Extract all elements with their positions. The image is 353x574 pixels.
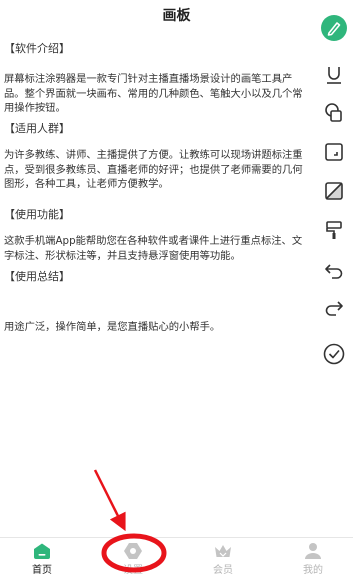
nav-item-home[interactable]: 首页	[12, 538, 72, 574]
crown-icon	[215, 545, 231, 557]
section-body-summary: 用途广泛，操作简单，是您直播贴心的小帮手。	[4, 321, 221, 333]
undo-button[interactable]	[318, 254, 350, 286]
crop-tool-button[interactable]	[318, 136, 350, 168]
underline-tool-button[interactable]	[318, 59, 350, 91]
eraser-square-icon	[325, 182, 343, 200]
nav-item-member[interactable]: 会员	[193, 538, 253, 574]
section-heading-summary: 【使用总结】	[4, 270, 70, 283]
paint-roller-icon	[326, 221, 342, 239]
shapes-tool-button[interactable]	[318, 97, 350, 129]
user-icon	[305, 543, 321, 559]
section-body-intro: 屏幕标注涂鸦器是一款专门针对主播直播场景设计的画笔工具产品。整个界面就一块画布、…	[4, 73, 303, 114]
section-heading-audience: 【适用人群】	[4, 122, 70, 135]
bottom-navigation: 首页 设置 会员 我的	[0, 537, 353, 574]
undo-icon	[325, 264, 343, 279]
nav-item-mine[interactable]: 我的	[283, 538, 343, 574]
pen-tool-button[interactable]	[318, 12, 350, 44]
nav-label-settings: 设置	[123, 565, 143, 574]
paint-roller-tool-button[interactable]	[318, 214, 350, 246]
nav-item-settings[interactable]: 设置	[103, 538, 163, 574]
crop-square-icon	[325, 143, 343, 161]
section-body-features: 这款手机端App能帮助您在各种软件或者课件上进行重点标注、文字标注、形状标注等，…	[4, 235, 303, 262]
settings-icon	[124, 543, 142, 559]
shapes-icon	[325, 103, 342, 122]
redo-icon	[325, 301, 343, 316]
nav-label-member: 会员	[213, 565, 233, 574]
annotation-arrow	[93, 469, 126, 532]
page-title: 画板	[162, 8, 191, 24]
check-circle-icon	[323, 343, 345, 365]
pen-icon	[321, 15, 347, 41]
eraser-tool-button[interactable]	[318, 175, 350, 207]
confirm-button[interactable]	[318, 338, 350, 370]
underline-icon	[327, 67, 341, 84]
section-body-audience: 为许多教练、讲师、主播提供了方便。让教练可以现场讲题标注重点，受到很多教练员、直…	[4, 149, 303, 190]
home-icon	[34, 543, 50, 559]
section-heading-intro: 【软件介绍】	[4, 42, 70, 55]
section-heading-features: 【使用功能】	[4, 208, 70, 221]
redo-button[interactable]	[318, 291, 350, 323]
nav-label-mine: 我的	[303, 565, 323, 574]
nav-label-home: 首页	[32, 565, 52, 574]
